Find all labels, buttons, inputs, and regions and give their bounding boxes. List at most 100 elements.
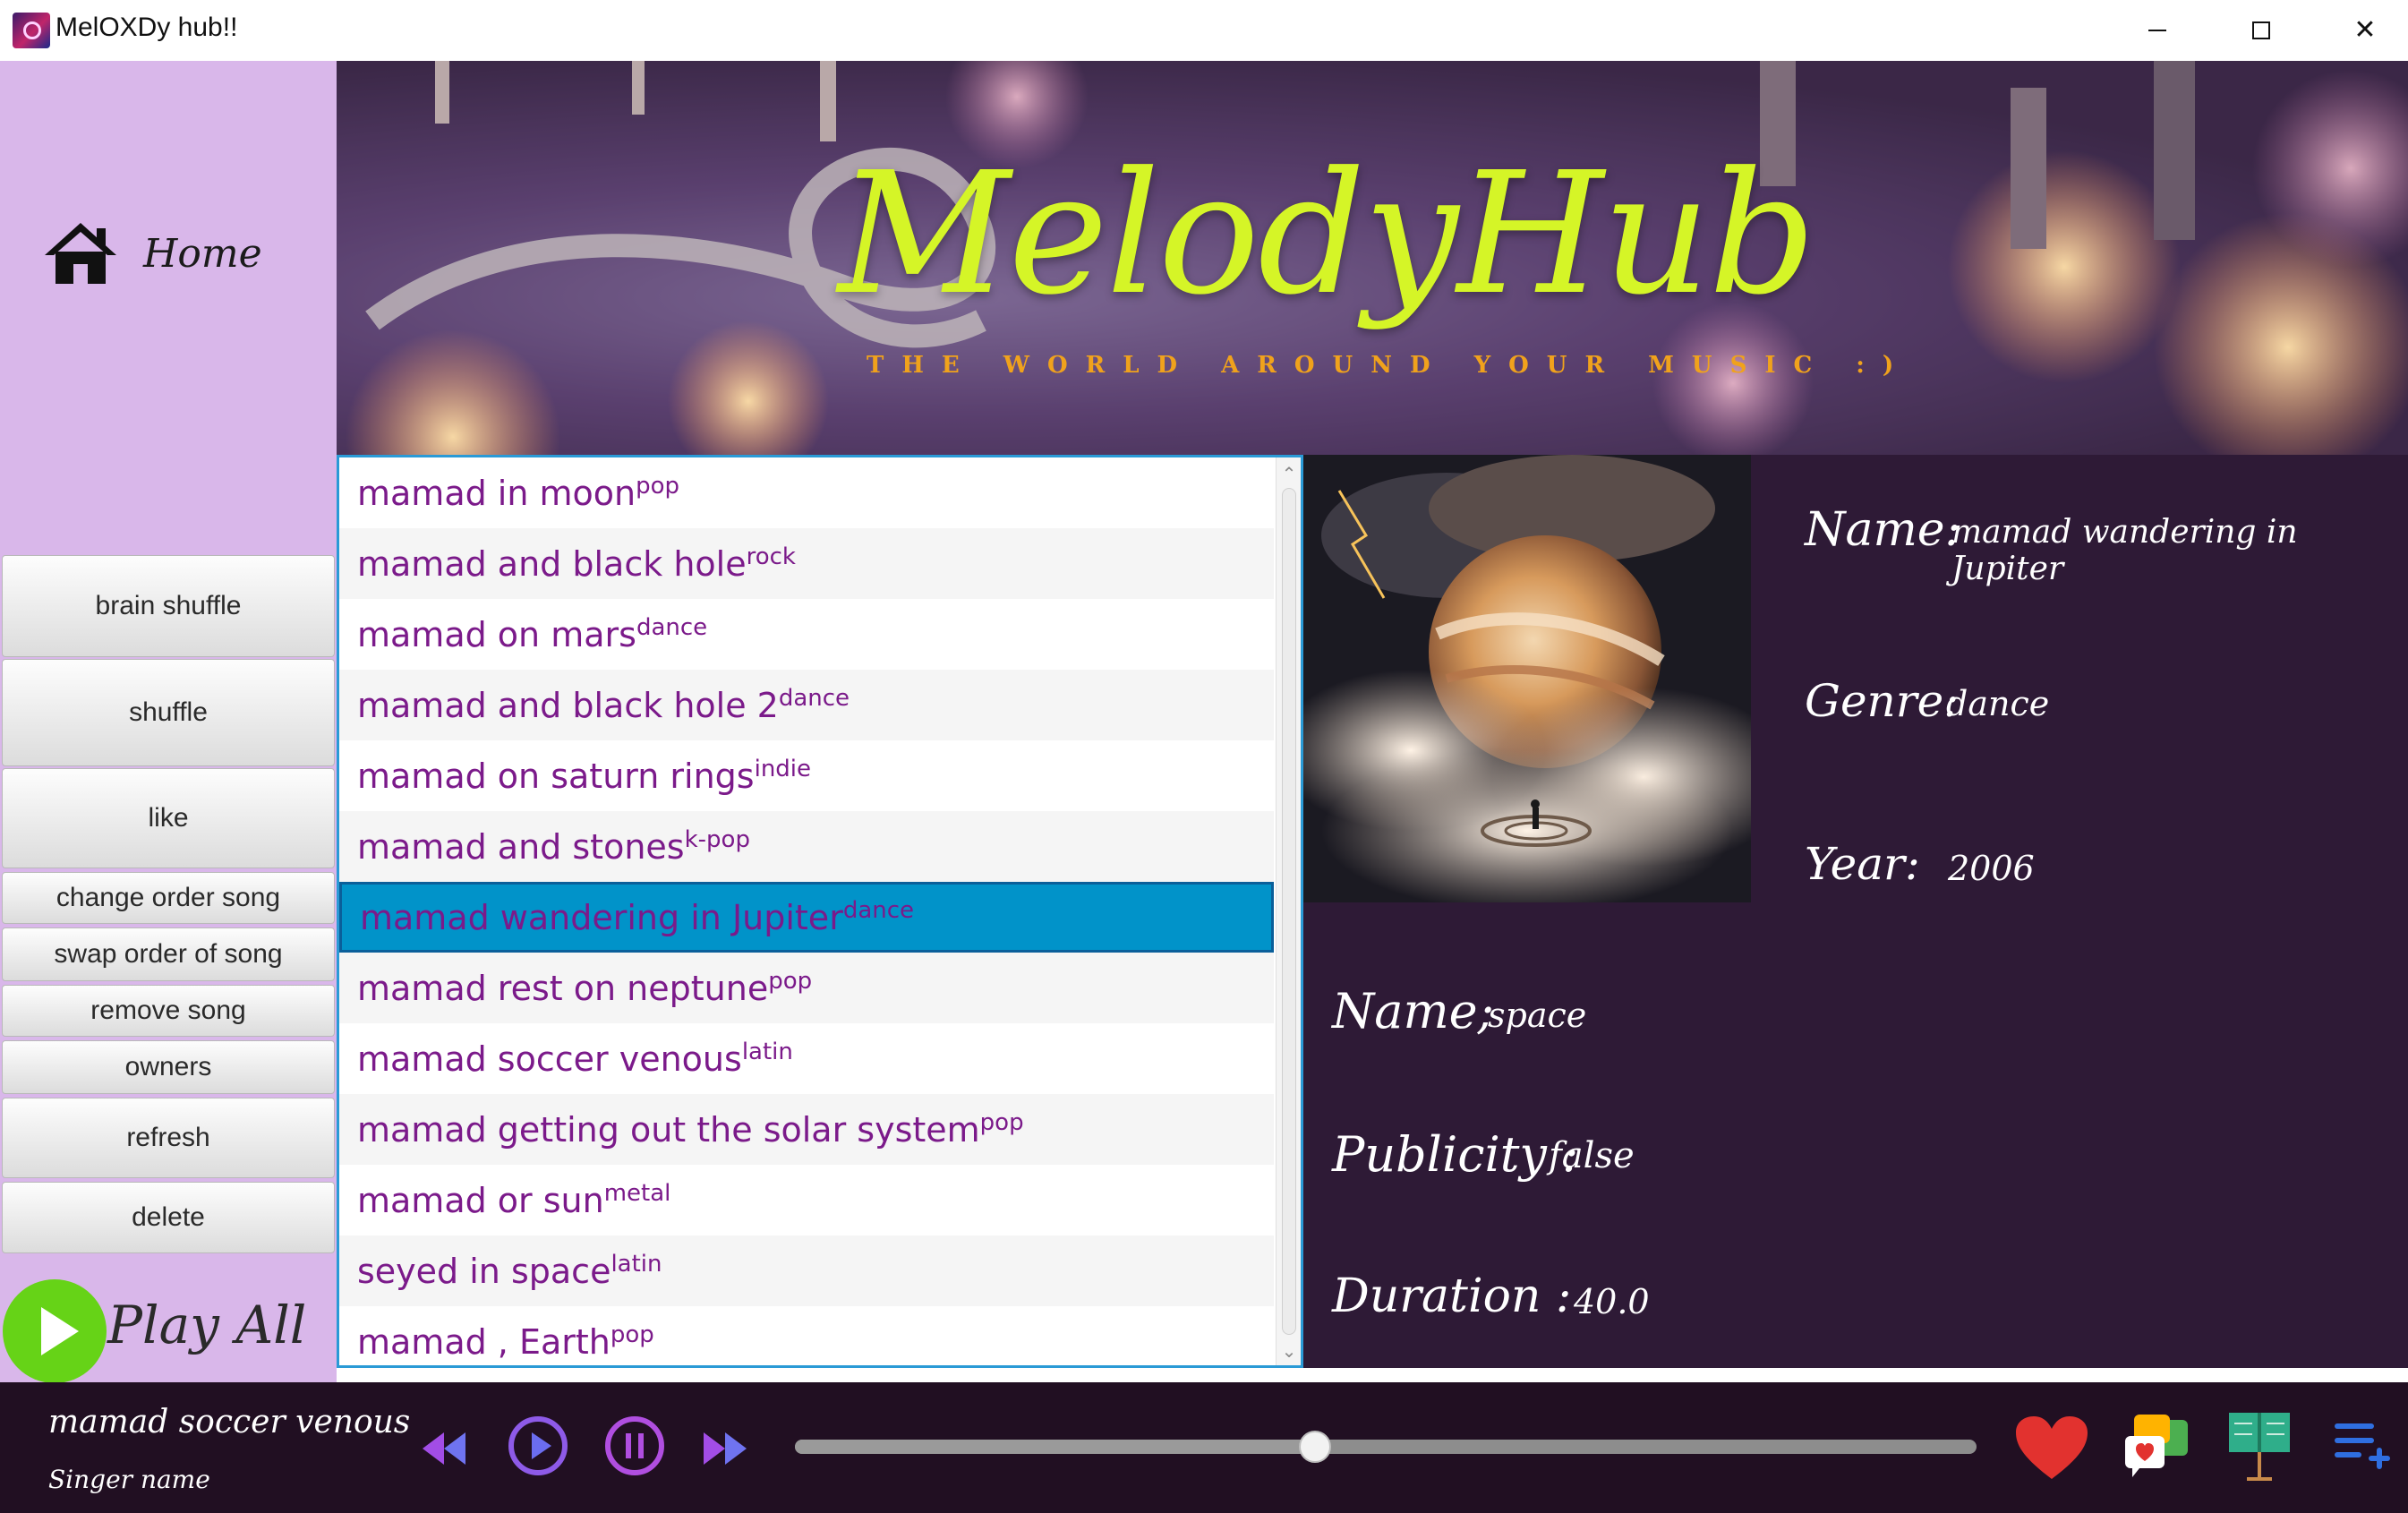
banner-subtitle: THE WORLD AROUND YOUR MUSIC :)	[867, 352, 1912, 379]
song-genre-tag: pop	[768, 967, 813, 995]
playlist-name-label: Name;	[1332, 983, 1494, 1039]
song-genre-tag: k-pop	[684, 825, 750, 853]
playlist-name-value: space	[1488, 996, 1587, 1035]
song-genre-label: Genre:	[1805, 675, 1960, 727]
play-circle-icon	[3, 1279, 107, 1383]
heart-icon[interactable]	[2014, 1415, 2089, 1483]
song-genre-value: dance	[1946, 684, 2050, 723]
song-genre-tag: dance	[842, 896, 915, 924]
playlist-duration-value: 40.0	[1574, 1282, 1650, 1321]
banner-title: MelodyHub	[838, 136, 1816, 332]
song-name-label: Name:	[1805, 503, 1961, 557]
play-icon[interactable]	[507, 1415, 569, 1477]
song-genre-tag: dance	[636, 613, 708, 641]
banner: MelodyHub THE WORLD AROUND YOUR MUSIC :)	[337, 61, 2408, 455]
song-title: mamad and black hole	[357, 543, 747, 584]
album-cover-image	[1303, 455, 1751, 902]
home-label: Home	[143, 230, 262, 277]
minimize-button[interactable]	[2105, 0, 2209, 61]
now-playing-title: mamad soccer venous	[48, 1404, 411, 1440]
song-list-item[interactable]: mamad and stones k-pop	[339, 811, 1274, 882]
maximize-icon	[2252, 21, 2270, 39]
swap-order-song-button[interactable]: swap order of song	[2, 927, 335, 981]
scroll-up-icon[interactable]: ⌃	[1280, 465, 1298, 483]
now-playing-singer: Singer name	[48, 1465, 210, 1494]
song-list[interactable]: mamad in moon pop mamad and black hole rock…	[337, 455, 1303, 1368]
song-title: mamad or sun	[357, 1180, 604, 1220]
comments-icon[interactable]	[2122, 1413, 2193, 1484]
delete-button[interactable]: delete	[2, 1182, 335, 1253]
song-genre-tag: pop	[979, 1108, 1024, 1136]
brain-shuffle-button[interactable]: brain shuffle	[2, 555, 335, 657]
song-title: mamad soccer venous	[357, 1039, 742, 1079]
close-button[interactable]: ✕	[2313, 0, 2408, 61]
play-all-button[interactable]: Play All	[0, 1271, 337, 1383]
pause-icon[interactable]	[603, 1415, 666, 1477]
song-title: mamad , Earth	[357, 1321, 611, 1362]
scroll-down-icon[interactable]: ⌄	[1280, 1342, 1298, 1360]
seek-thumb[interactable]	[1298, 1431, 1331, 1463]
title-bar: MelOXDy hub!! ✕	[0, 0, 2408, 61]
song-info-panel: Name: mamad wandering in Jupiter Genre: …	[1303, 455, 2408, 1368]
change-order-song-button[interactable]: change order song	[2, 872, 335, 924]
song-list-item[interactable]: mamad wandering in Jupiter dance	[339, 882, 1274, 953]
song-year-value: 2006	[1948, 849, 2035, 888]
owners-button[interactable]: owners	[2, 1040, 335, 1094]
song-list-item[interactable]: seyed in space latin	[339, 1235, 1274, 1306]
song-genre-tag: latin	[611, 1250, 662, 1278]
minimize-icon	[2148, 30, 2166, 31]
seek-bar[interactable]	[795, 1431, 1977, 1463]
song-list-item[interactable]: mamad or sun metal	[339, 1165, 1274, 1235]
song-genre-tag: rock	[746, 543, 796, 570]
song-genre-tag: dance	[778, 684, 850, 712]
shuffle-button[interactable]: shuffle	[2, 659, 335, 766]
song-genre-tag: pop	[610, 1321, 654, 1348]
playlist-duration-label: Duration :	[1332, 1269, 1572, 1323]
add-to-playlist-icon[interactable]	[2333, 1416, 2392, 1474]
window-title: MelOXDy hub!!	[56, 13, 238, 42]
song-title: mamad in moon	[357, 473, 636, 513]
sidebar: Home brain shuffle shuffle like change o…	[0, 61, 337, 1383]
song-list-item[interactable]: mamad rest on neptune pop	[339, 953, 1274, 1023]
remove-song-button[interactable]: remove song	[2, 985, 335, 1037]
song-list-item[interactable]: mamad on mars dance	[339, 599, 1274, 670]
song-title: mamad and black hole 2	[357, 685, 779, 725]
lyrics-book-icon[interactable]	[2225, 1407, 2293, 1483]
seek-progress	[795, 1440, 1315, 1454]
song-title: mamad getting out the solar system	[357, 1109, 980, 1150]
song-year-label: Year:	[1805, 838, 1920, 890]
home-icon	[45, 223, 116, 284]
like-button[interactable]: like	[2, 768, 335, 868]
home-nav-button[interactable]: Home	[43, 204, 312, 303]
song-genre-tag: indie	[754, 755, 812, 782]
song-list-item[interactable]: mamad in moon pop	[339, 457, 1274, 528]
playlist-publicity-label: Publicity :	[1332, 1126, 1579, 1183]
song-name-value: mamad wandering in Jupiter	[1951, 514, 2298, 587]
song-title: seyed in space	[357, 1251, 611, 1291]
close-icon: ✕	[2353, 14, 2377, 46]
song-list-scrollbar[interactable]: ⌃ ⌄	[1276, 457, 1301, 1365]
song-genre-tag: latin	[741, 1038, 793, 1065]
song-title: mamad wandering in Jupiter	[360, 897, 843, 937]
refresh-button[interactable]: refresh	[2, 1098, 335, 1178]
song-list-item[interactable]: mamad getting out the solar system pop	[339, 1094, 1274, 1165]
panel-divider	[1303, 1368, 2408, 1382]
song-title: mamad rest on neptune	[357, 968, 769, 1008]
song-genre-tag: pop	[636, 472, 680, 500]
song-title: mamad and stones	[357, 826, 685, 867]
maximize-button[interactable]	[2209, 0, 2313, 61]
app-icon	[13, 13, 50, 48]
song-list-item[interactable]: mamad on saturn rings indie	[339, 740, 1274, 811]
song-list-item[interactable]: mamad , Earth pop	[339, 1306, 1274, 1365]
song-list-item[interactable]: mamad and black hole rock	[339, 528, 1274, 599]
song-title: mamad on saturn rings	[357, 756, 755, 796]
song-list-item[interactable]: mamad and black hole 2 dance	[339, 670, 1274, 740]
song-list-item[interactable]: mamad soccer venous latin	[339, 1023, 1274, 1094]
playlist-publicity-value: false	[1549, 1135, 1635, 1176]
rewind-icon[interactable]	[417, 1422, 471, 1475]
player-bar: mamad soccer venous Singer name	[0, 1382, 2408, 1513]
fast-forward-icon[interactable]	[698, 1422, 752, 1475]
play-all-label: Play All	[107, 1295, 307, 1355]
song-title: mamad on mars	[357, 614, 636, 654]
scroll-thumb[interactable]	[1282, 488, 1296, 1335]
